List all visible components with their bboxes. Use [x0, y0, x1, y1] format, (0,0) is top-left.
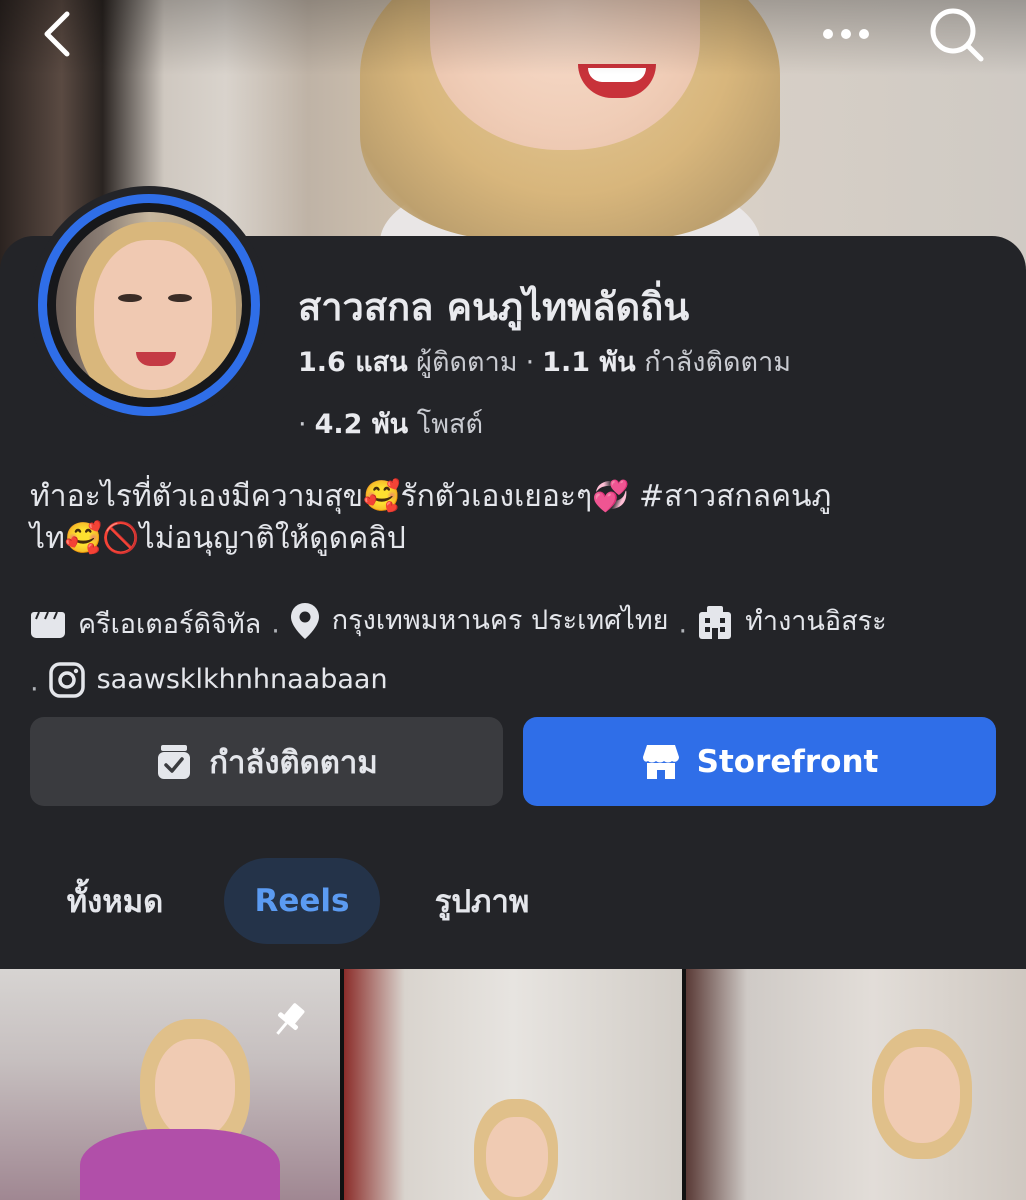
- detail-work: ทำงานอิสระ: [697, 598, 887, 646]
- posts-stat[interactable]: 4.2 พัน โพสต์: [315, 409, 483, 440]
- profile-name: สาวสกล คนภูไทพลัดถิ่น: [298, 285, 690, 329]
- bio-line: ทำอะไรที่ตัวเองมีความสุข🥰รักตัวเองเยอะๆ💞…: [30, 479, 832, 514]
- reel-person-face: [884, 1047, 960, 1143]
- posts-label: โพสต์: [416, 409, 484, 440]
- profile-bio: ทำอะไรที่ตัวเองมีความสุข🥰รักตัวเองเยอะๆ💞…: [30, 476, 996, 560]
- reel-thumbnail[interactable]: [686, 969, 1026, 1200]
- separator-dot: ·: [525, 347, 535, 378]
- reel-thumbnail[interactable]: [0, 969, 340, 1200]
- search-button[interactable]: [926, 6, 986, 62]
- story-ring: [38, 194, 260, 416]
- detail-instagram[interactable]: saawsklkhnhnaabaan: [48, 656, 388, 704]
- more-dots-icon: [823, 29, 869, 39]
- profile-details: ครีเอเตอร์ดิจิทัล · กรุงเทพมหานคร ประเทศ…: [30, 597, 1010, 714]
- reel-shirt: [80, 1129, 280, 1200]
- separator-dot: ·: [271, 616, 280, 647]
- avatar[interactable]: [30, 186, 268, 424]
- following-stat[interactable]: 1.1 พัน กำลังติดตาม: [542, 347, 791, 378]
- separator-dot: ·: [678, 616, 688, 647]
- profile-stats: 1.6 แสน ผู้ติดตาม · 1.1 พัน กำลังติดตาม: [298, 340, 791, 383]
- building-icon: [699, 606, 732, 639]
- avatar-face: [94, 240, 212, 390]
- location-pin-icon: [290, 603, 319, 639]
- storefront-icon: [642, 744, 679, 779]
- storefront-button[interactable]: Storefront: [523, 717, 996, 806]
- following-count: 1.1 พัน: [542, 347, 636, 378]
- reel-thumbnail[interactable]: [344, 969, 682, 1200]
- avatar-eye-right: [168, 294, 192, 302]
- avatar-eye-left: [118, 294, 142, 302]
- detail-category: ครีเอเตอร์ดิจิทัล: [30, 601, 261, 649]
- profile-stats-posts: · 4.2 พัน โพสต์: [298, 402, 483, 445]
- following-label: กำลังติดตาม: [644, 347, 792, 378]
- back-button[interactable]: [26, 6, 86, 62]
- separator-dot: ·: [298, 409, 307, 440]
- following-check-icon: [158, 744, 191, 779]
- posts-count: 4.2 พัน: [314, 409, 409, 440]
- profile-picture: [56, 212, 242, 398]
- storefront-button-label: Storefront: [696, 743, 879, 780]
- category-text: ครีเอเตอร์ดิจิทัล: [78, 609, 262, 640]
- instagram-icon: [48, 662, 85, 698]
- tab-photos[interactable]: รูปภาพ: [404, 858, 560, 944]
- bio-line: ไท🥰🚫ไม่อนุญาติให้ดูดคลิป: [30, 521, 406, 556]
- followers-label: ผู้ติดตาม: [416, 347, 518, 378]
- reel-person-face: [155, 1039, 235, 1139]
- tab-all[interactable]: ทั้งหมด: [40, 858, 190, 944]
- clapperboard-icon: [31, 611, 65, 638]
- chevron-left-icon: [44, 11, 70, 57]
- location-text: กรุงเทพมหานคร ประเทศไทย: [331, 605, 669, 636]
- followers-count: 1.6 แสน: [298, 347, 408, 378]
- followers-stat[interactable]: 1.6 แสน ผู้ติดตาม: [298, 347, 518, 378]
- reel-person-face: [486, 1117, 548, 1197]
- more-button[interactable]: [816, 6, 876, 62]
- pin-icon: [276, 1003, 305, 1035]
- separator-dot: ·: [30, 674, 39, 705]
- work-text: ทำงานอิสระ: [745, 606, 887, 637]
- detail-location[interactable]: กรุงเทพมหานคร ประเทศไทย: [290, 597, 669, 645]
- reels-grid: [0, 969, 1026, 1200]
- following-button-label: กำลังติดตาม: [209, 744, 378, 781]
- following-button[interactable]: กำลังติดตาม: [30, 717, 503, 806]
- instagram-handle: saawsklkhnhnaabaan: [96, 664, 388, 695]
- tab-reels[interactable]: Reels: [224, 858, 380, 944]
- search-icon: [930, 8, 984, 62]
